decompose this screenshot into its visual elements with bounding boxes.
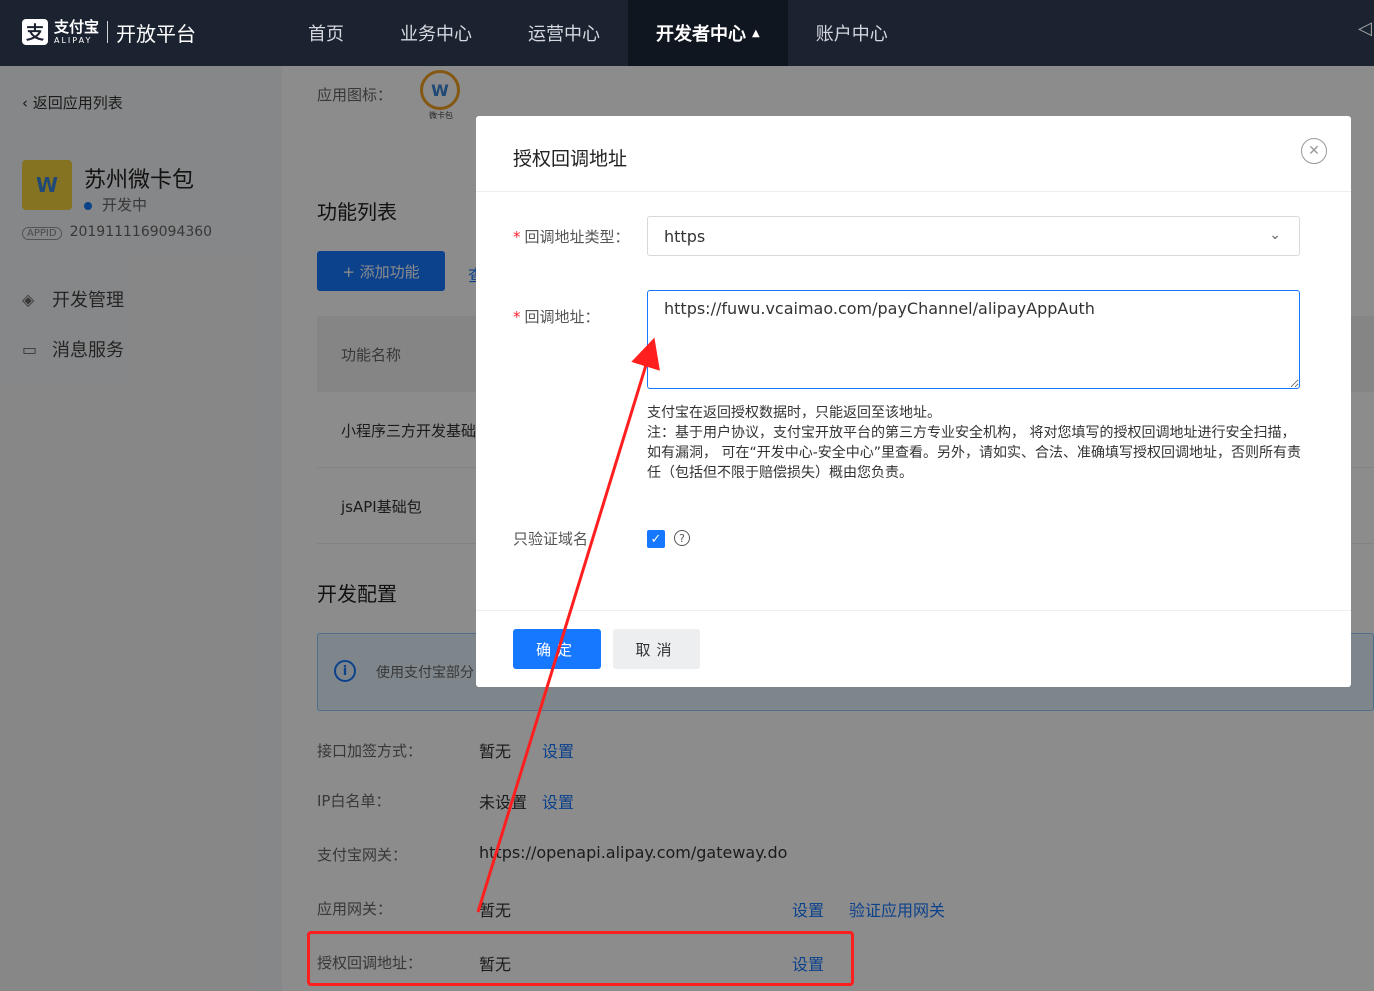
question-icon[interactable]: ?	[674, 530, 690, 546]
chevron-down-icon: ⌄	[1269, 227, 1281, 243]
check-icon: ✓	[650, 531, 662, 547]
callback-url-input[interactable]	[647, 290, 1300, 389]
logo-brand-en: ALIPAY	[54, 35, 93, 45]
nav-developer-label: 开发者中心	[656, 24, 746, 45]
confirm-button[interactable]: 确定	[513, 629, 601, 669]
logo-separator	[107, 21, 109, 43]
annotation-highlight-box	[307, 931, 854, 986]
help-line-1: 支付宝在返回授权数据时，只能返回至该地址。	[647, 405, 941, 421]
modal-title: 授权回调地址	[513, 148, 628, 170]
nav-home[interactable]: 首页	[280, 0, 372, 66]
required-mark: *	[513, 228, 521, 246]
nav-home-label: 首页	[308, 24, 344, 45]
domain-only-label: 只验证域名	[513, 530, 589, 548]
top-nav-bar: 支 支付宝 ALIPAY 开放平台 首页 业务中心 运营中心 开发者中心 ▲ 账户…	[0, 0, 1374, 66]
nav-account-label: 账户中心	[815, 24, 888, 45]
modal-footer-divider	[476, 610, 1351, 611]
callback-type-label-text: 回调地址类型：	[524, 228, 630, 246]
callback-type-label: * 回调地址类型：	[513, 226, 630, 247]
caret-up-icon: ▲	[752, 27, 760, 39]
alipay-logo-icon: 支	[22, 19, 48, 45]
help-line-2: 注：基于用户协议，支付宝开放平台的第三方专业安全机构， 将对您填写的授权回调地址…	[647, 425, 1302, 481]
callback-type-value: https	[664, 226, 706, 246]
nav-developer[interactable]: 开发者中心 ▲	[628, 0, 788, 66]
nav-business-label: 业务中心	[400, 24, 472, 45]
callback-help-text: 支付宝在返回授权数据时，只能返回至该地址。 注：基于用户协议，支付宝开放平台的第…	[647, 403, 1307, 483]
logo-brand: 支付宝 ALIPAY	[54, 17, 100, 45]
domain-only-checkbox[interactable]: ✓	[647, 530, 665, 548]
auth-callback-modal: 授权回调地址 ✕ *回调地址类型： https ⌄ *回调地址： 支付宝在返回授…	[476, 116, 1351, 687]
nav-account[interactable]: 账户中心	[788, 0, 916, 66]
close-icon[interactable]: ✕	[1301, 138, 1327, 164]
alipay-logo[interactable]: 支 支付宝 ALIPAY 开放平台	[22, 16, 196, 48]
platform-title: 开放平台	[116, 21, 197, 46]
main-nav: 首页 业务中心 运营中心 开发者中心 ▲ 账户中心	[280, 0, 916, 66]
nav-operations[interactable]: 运营中心	[500, 0, 628, 66]
modal-header-divider	[476, 191, 1351, 192]
callback-type-select[interactable]: https ⌄	[647, 216, 1300, 256]
required-mark: *	[513, 308, 521, 326]
nav-business[interactable]: 业务中心	[372, 0, 500, 66]
nav-operations-label: 运营中心	[528, 24, 600, 45]
callback-url-label: * 回调地址：	[513, 306, 600, 327]
logo-brand-cn: 支付宝	[54, 17, 100, 36]
callback-url-label-text: 回调地址：	[524, 308, 600, 326]
cancel-button[interactable]: 取消	[613, 629, 700, 669]
speaker-icon[interactable]: ◁	[1358, 18, 1374, 42]
